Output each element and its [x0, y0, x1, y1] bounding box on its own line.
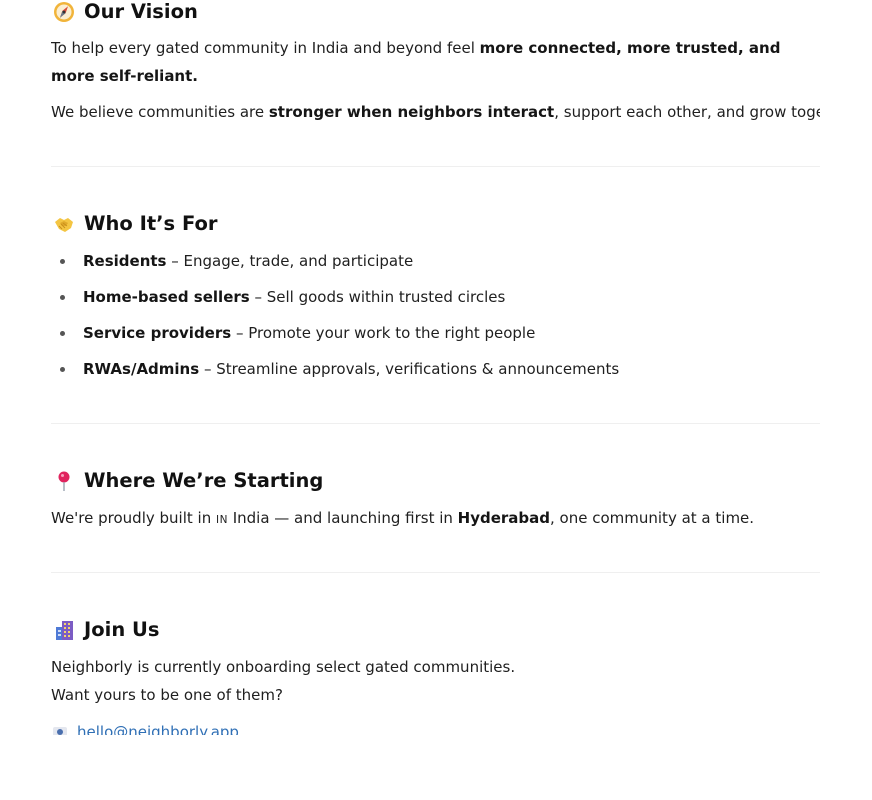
vision-p2-bold: stronger when neighbors interact	[268, 103, 555, 121]
list-item: Home-based sellers – Sell goods within t…	[51, 285, 619, 309]
compass-icon	[53, 1, 75, 23]
handshake-icon	[53, 213, 75, 235]
list-item: Service providers – Promote your work to…	[51, 321, 619, 345]
join-title: Join Us	[84, 618, 160, 641]
item-desc: – Streamline approvals, verifications & …	[199, 360, 620, 378]
audience-list: Residents – Engage, trade, and participa…	[51, 249, 619, 393]
about-page: Our Vision To help every gated community…	[51, 0, 820, 735]
list-item: Residents – Engage, trade, and participa…	[51, 249, 619, 273]
bullet	[60, 295, 65, 300]
email-link[interactable]: hello@neighborly.app	[77, 723, 239, 735]
item-label: Service providers	[83, 324, 232, 342]
divider	[51, 572, 820, 573]
bullet	[60, 331, 65, 336]
building-icon	[53, 619, 75, 641]
pushpin-icon	[53, 470, 75, 492]
vision-title: Our Vision	[84, 0, 198, 23]
vision-p2-tail: , support each other, and grow together.	[554, 103, 820, 121]
india-flag-icon: IN	[215, 514, 228, 526]
starting-text-mid: India — and launching first in	[227, 509, 458, 527]
item-label: RWAs/Admins	[83, 360, 200, 378]
join-line-2: Want yours to be one of them?	[51, 686, 283, 704]
item-desc: – Promote your work to the right people	[231, 324, 536, 342]
bullet	[60, 367, 65, 372]
join-heading: Join Us	[51, 618, 159, 642]
starting-title: Where We’re Starting	[84, 469, 324, 492]
vision-paragraph-2: We believe communities are stronger when…	[51, 98, 820, 126]
audience-heading: Who It’s For	[51, 212, 218, 236]
item-label: Home-based sellers	[83, 288, 250, 306]
starting-heading: Where We’re Starting	[51, 469, 323, 493]
divider	[51, 423, 820, 424]
starting-text-tail: , one community at a time.	[550, 509, 755, 527]
item-desc: – Engage, trade, and participate	[166, 252, 414, 270]
vision-heading: Our Vision	[51, 0, 198, 24]
vision-paragraph-1: To help every gated community in India a…	[51, 34, 820, 90]
contact-row: hello@neighborly.app	[53, 722, 239, 735]
audience-title: Who It’s For	[84, 212, 218, 235]
vision-p2-text: We believe communities are	[51, 103, 269, 121]
divider	[51, 166, 820, 167]
item-label: Residents	[83, 252, 167, 270]
starting-text: We're proudly built in	[51, 509, 216, 527]
vision-p1-text: To help every gated community in India a…	[51, 39, 480, 57]
item-desc: – Sell goods within trusted circles	[249, 288, 506, 306]
starting-paragraph: We're proudly built in IN India — and la…	[51, 504, 820, 534]
list-item: RWAs/Admins – Streamline approvals, veri…	[51, 357, 619, 381]
bullet	[60, 259, 65, 264]
email-icon	[53, 727, 67, 735]
join-line-1: Neighborly is currently onboarding selec…	[51, 658, 516, 676]
city-name: Hyderabad	[457, 509, 551, 527]
